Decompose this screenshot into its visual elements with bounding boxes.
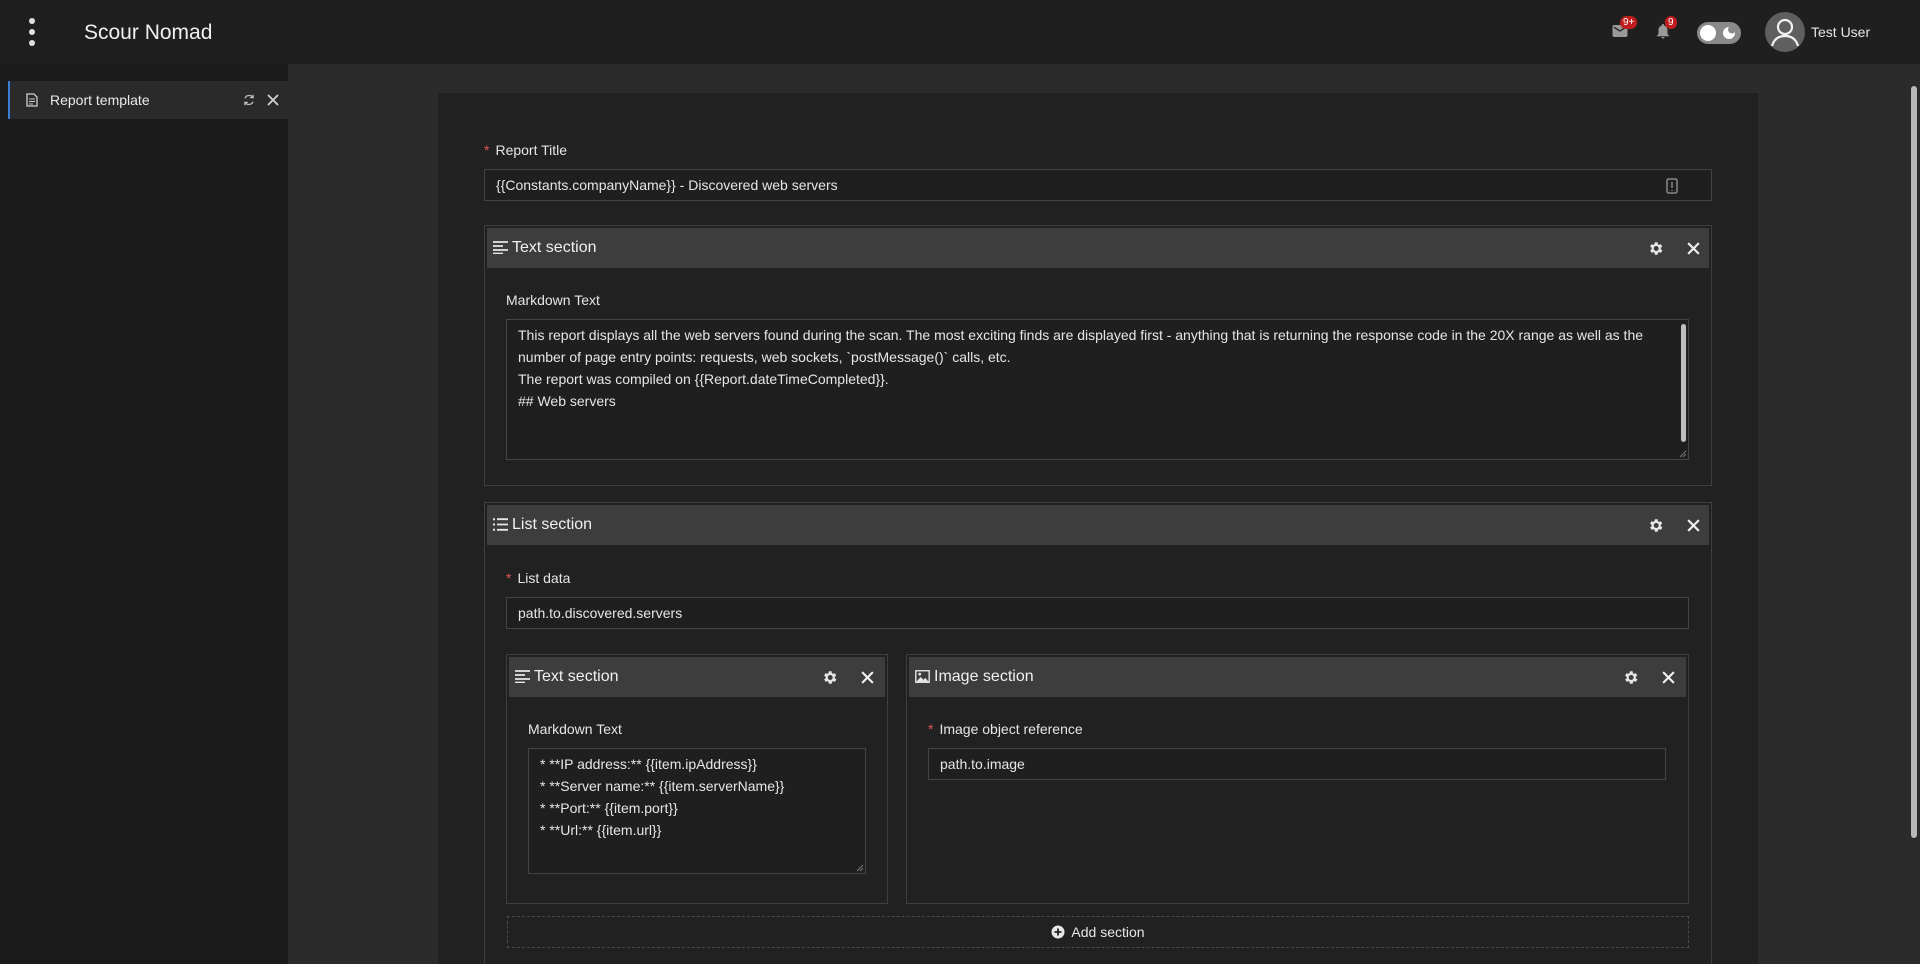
image-ref-input[interactable]: path.to.image	[928, 748, 1666, 780]
scrollbar-thumb[interactable]	[1911, 86, 1917, 838]
markdown-line: number of page entry points: requests, w…	[518, 349, 1011, 365]
gear-icon[interactable]	[821, 669, 838, 686]
markdown-text-label: Markdown Text	[528, 721, 622, 737]
gear-icon[interactable]	[1647, 517, 1664, 534]
markdown-line: The report was compiled on {{Report.date…	[518, 371, 889, 387]
markdown-line: ## Web servers	[518, 393, 616, 409]
add-section-label: Add section	[1071, 924, 1145, 940]
resize-handle-icon[interactable]	[1679, 450, 1687, 458]
image-section: Image section * Image object reference pa…	[906, 654, 1689, 904]
more-vert-icon[interactable]	[22, 18, 42, 46]
gear-icon[interactable]	[1622, 669, 1639, 686]
markdown-line: * **IP address:** {{item.ipAddress}}	[540, 756, 757, 772]
close-icon[interactable]	[1686, 241, 1701, 256]
moon-icon	[1723, 27, 1735, 39]
inner-text-section-title: Text section	[534, 668, 619, 685]
markdown-line: * **Server name:** {{item.serverName}}	[540, 778, 785, 794]
document-icon	[26, 93, 38, 107]
list-data-label: * List data	[506, 570, 570, 586]
list-icon	[493, 518, 508, 531]
image-ref-label-text: Image object reference	[939, 721, 1083, 737]
template-variable-icon[interactable]	[1665, 178, 1679, 194]
markdown-text-label: Markdown Text	[506, 292, 600, 308]
user-avatar-icon[interactable]	[1765, 12, 1805, 52]
textarea-scrollbar[interactable]	[1681, 324, 1686, 442]
align-left-icon	[515, 670, 530, 683]
close-icon[interactable]	[1686, 518, 1701, 533]
inner-text-section-header: Text section	[509, 657, 885, 697]
mail-icon[interactable]: 9+	[1611, 16, 1638, 42]
inner-markdown-textarea[interactable]: * **IP address:** {{item.ipAddress}} * *…	[528, 748, 866, 874]
bell-icon[interactable]: 9	[1654, 16, 1677, 42]
report-title-value: {{Constants.companyName}} - Discovered w…	[496, 177, 838, 193]
required-marker: *	[484, 142, 490, 158]
inner-text-section: Text section Markdown Text * **IP addres…	[506, 654, 888, 904]
align-left-icon	[493, 241, 508, 254]
user-name[interactable]: Test User	[1811, 24, 1870, 40]
gear-icon[interactable]	[1647, 240, 1664, 257]
report-title-label-text: Report Title	[495, 142, 568, 158]
required-marker: *	[506, 570, 512, 586]
notification-badge: 9	[1665, 16, 1677, 29]
markdown-line: * **Url:** {{item.url}}	[540, 822, 662, 838]
markdown-line: This report displays all the web servers…	[518, 327, 1644, 343]
text-section: Text section Markdown Text This report d…	[484, 225, 1712, 486]
text-section-title: Text section	[512, 239, 597, 256]
refresh-icon[interactable]	[242, 93, 256, 107]
resize-handle-icon[interactable]	[856, 864, 864, 872]
image-section-title: Image section	[934, 668, 1034, 685]
page-scrollbar[interactable]	[1908, 64, 1920, 964]
top-bar: Scour Nomad 9+ 9 Test User	[0, 0, 1920, 64]
list-section: List section * List data path.to.discover…	[484, 502, 1712, 964]
theme-toggle[interactable]	[1697, 22, 1741, 44]
report-title-label: * Report Title	[484, 142, 567, 158]
markdown-line: * **Port:** {{item.port}}	[540, 800, 678, 816]
list-data-label-text: List data	[517, 570, 571, 586]
list-section-title: List section	[512, 516, 593, 533]
list-data-value: path.to.discovered.servers	[518, 605, 683, 621]
app-title: Scour Nomad	[84, 21, 213, 44]
add-section-button[interactable]: Add section	[507, 916, 1689, 948]
image-icon	[915, 670, 930, 683]
sidebar-item-report-template[interactable]: Report template	[8, 81, 288, 119]
image-section-header: Image section	[909, 657, 1686, 697]
image-ref-value: path.to.image	[940, 756, 1025, 772]
sidebar-item-label: Report template	[50, 92, 150, 108]
list-data-input[interactable]: path.to.discovered.servers	[506, 597, 1689, 629]
sidebar: Report template	[0, 64, 288, 964]
toggle-knob	[1700, 25, 1716, 41]
required-marker: *	[928, 721, 934, 737]
mail-badge: 9+	[1620, 16, 1638, 29]
markdown-textarea[interactable]: This report displays all the web servers…	[506, 319, 1689, 460]
report-title-input[interactable]: {{Constants.companyName}} - Discovered w…	[484, 169, 1712, 201]
close-icon[interactable]	[1661, 670, 1676, 685]
close-tab-icon[interactable]	[266, 93, 280, 107]
close-icon[interactable]	[860, 670, 875, 685]
text-section-header: Text section	[487, 228, 1709, 268]
plus-circle-icon	[1051, 925, 1065, 939]
image-ref-label: * Image object reference	[928, 721, 1083, 737]
list-section-header: List section	[487, 505, 1709, 545]
